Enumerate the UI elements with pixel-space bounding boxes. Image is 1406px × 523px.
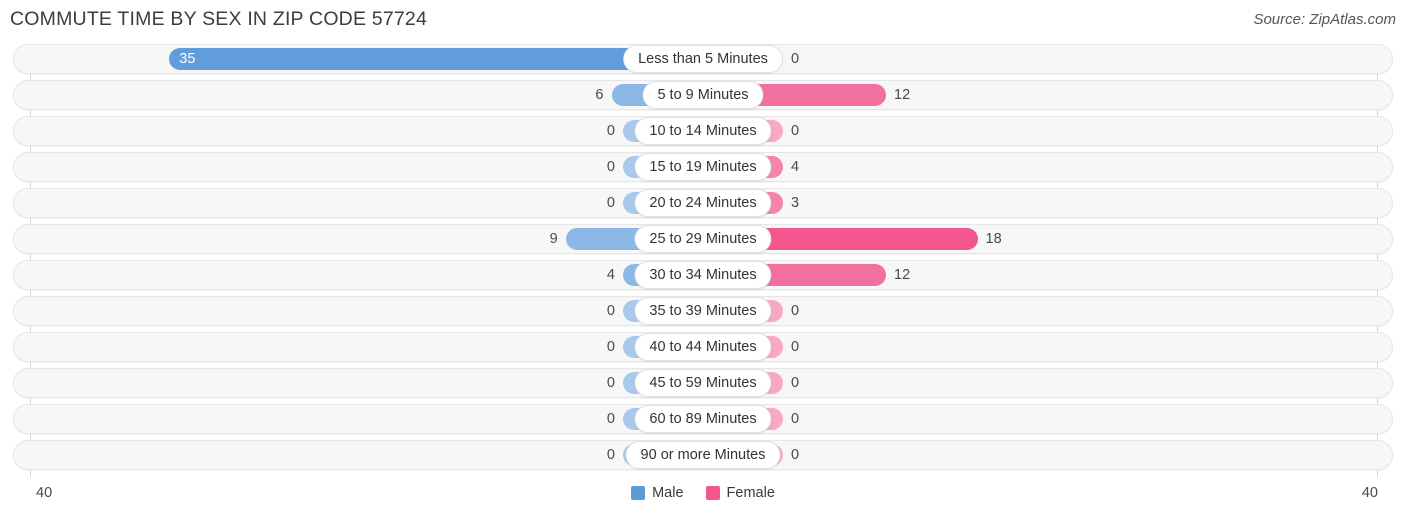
value-label-male: 4 <box>606 267 615 283</box>
table-row: 4 12 30 to 34 Minutes <box>0 260 1406 290</box>
value-label-female: 3 <box>791 195 800 211</box>
value-label-male: 0 <box>606 195 615 211</box>
row-bars: 0 0 60 to 89 Minutes <box>0 404 1406 434</box>
table-row: 0 0 40 to 44 Minutes <box>0 332 1406 362</box>
row-bars: 0 0 45 to 59 Minutes <box>0 368 1406 398</box>
row-bars: 0 0 40 to 44 Minutes <box>0 332 1406 362</box>
category-label: 40 to 44 Minutes <box>634 333 772 361</box>
value-label-female: 18 <box>985 231 1002 247</box>
row-bars: 0 0 35 to 39 Minutes <box>0 296 1406 326</box>
value-label-female: 0 <box>791 411 800 427</box>
page-title: COMMUTE TIME BY SEX IN ZIP CODE 57724 <box>10 8 428 30</box>
row-bars: 6 12 5 to 9 Minutes <box>0 80 1406 110</box>
row-bars: 4 12 30 to 34 Minutes <box>0 260 1406 290</box>
category-label: Less than 5 Minutes <box>623 45 783 73</box>
category-label: 45 to 59 Minutes <box>634 369 772 397</box>
value-label-male: 0 <box>606 303 615 319</box>
legend-label-male: Male <box>652 485 684 501</box>
value-label-female: 0 <box>791 375 800 391</box>
row-bars: 0 4 15 to 19 Minutes <box>0 152 1406 182</box>
value-label-male: 0 <box>606 339 615 355</box>
bar-rows-container: 35 0 Less than 5 Minutes 6 12 5 to 9 Minutes 0… <box>0 44 1406 476</box>
category-label: 20 to 24 Minutes <box>634 189 772 217</box>
table-row: 0 4 15 to 19 Minutes <box>0 152 1406 182</box>
value-label-male: 0 <box>606 411 615 427</box>
chart-legend: Male Female <box>0 485 1406 501</box>
row-bars: 0 3 20 to 24 Minutes <box>0 188 1406 218</box>
chart-header: COMMUTE TIME BY SEX IN ZIP CODE 57724 So… <box>0 0 1406 44</box>
value-label-female: 4 <box>791 159 800 175</box>
table-row: 0 0 10 to 14 Minutes <box>0 116 1406 146</box>
category-label: 30 to 34 Minutes <box>634 261 772 289</box>
row-bars: 9 18 25 to 29 Minutes <box>0 224 1406 254</box>
table-row: 9 18 25 to 29 Minutes <box>0 224 1406 254</box>
legend-item-male[interactable]: Male <box>631 485 684 501</box>
row-bars: 0 0 90 or more Minutes <box>0 440 1406 470</box>
value-label-male: 35 <box>179 51 196 67</box>
value-label-female: 0 <box>791 339 800 355</box>
value-label-male: 0 <box>606 159 615 175</box>
value-label-male: 6 <box>595 87 604 103</box>
table-row: 6 12 5 to 9 Minutes <box>0 80 1406 110</box>
value-label-male: 9 <box>549 231 558 247</box>
legend-label-female: Female <box>726 485 775 501</box>
value-label-female: 0 <box>791 51 800 67</box>
category-label: 15 to 19 Minutes <box>634 153 772 181</box>
table-row: 0 0 35 to 39 Minutes <box>0 296 1406 326</box>
legend-swatch-female-icon <box>705 486 720 500</box>
category-label: 10 to 14 Minutes <box>634 117 772 145</box>
table-row: 0 0 45 to 59 Minutes <box>0 368 1406 398</box>
value-label-female: 0 <box>791 303 800 319</box>
category-label: 5 to 9 Minutes <box>642 81 764 109</box>
table-row: 0 3 20 to 24 Minutes <box>0 188 1406 218</box>
value-label-female: 0 <box>791 447 800 463</box>
value-label-female: 12 <box>894 87 911 103</box>
chart-footer: 40 40 Male Female <box>0 481 1406 523</box>
category-label: 25 to 29 Minutes <box>634 225 772 253</box>
category-label: 35 to 39 Minutes <box>634 297 772 325</box>
legend-item-female[interactable]: Female <box>705 485 775 501</box>
value-label-male: 0 <box>606 375 615 391</box>
value-label-male: 0 <box>606 123 615 139</box>
legend-swatch-male-icon <box>631 486 646 500</box>
chart-plot-area: 35 0 Less than 5 Minutes 6 12 5 to 9 Minutes 0… <box>0 44 1406 481</box>
table-row: 35 0 Less than 5 Minutes <box>0 44 1406 74</box>
row-bars: 0 0 10 to 14 Minutes <box>0 116 1406 146</box>
table-row: 0 0 60 to 89 Minutes <box>0 404 1406 434</box>
value-label-male: 0 <box>606 447 615 463</box>
source-attribution: Source: ZipAtlas.com <box>1253 11 1396 28</box>
category-label: 60 to 89 Minutes <box>634 405 772 433</box>
value-label-female: 0 <box>791 123 800 139</box>
value-label-female: 12 <box>894 267 911 283</box>
table-row: 0 0 90 or more Minutes <box>0 440 1406 470</box>
row-bars: 35 0 Less than 5 Minutes <box>0 44 1406 74</box>
category-label: 90 or more Minutes <box>625 441 781 469</box>
